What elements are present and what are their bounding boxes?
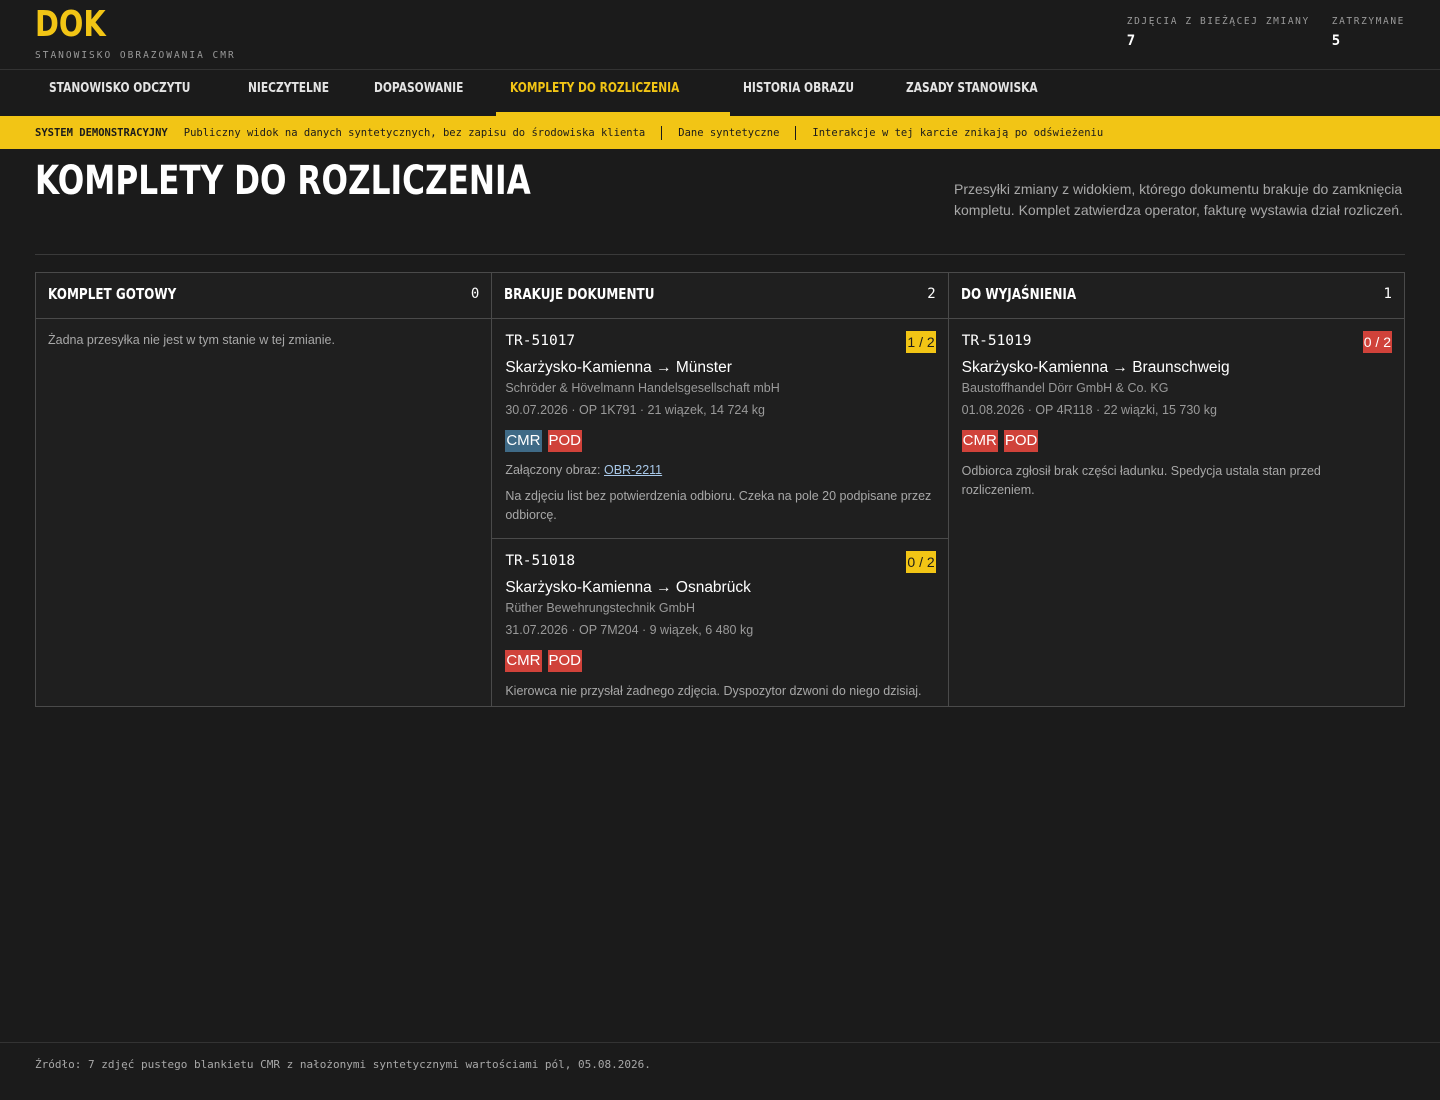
app-subtitle: STANOWISKO OBRAZOWANIA CMR bbox=[35, 50, 236, 61]
stat-value: 5 bbox=[1331, 33, 1341, 49]
column-missing-document: BRAKUJE DOKUMENTU 2 TR-51017 1 / 2 Skarż… bbox=[492, 273, 949, 706]
stat-held: ZATRZYMANE 5 bbox=[1332, 16, 1405, 49]
banner-divider bbox=[795, 125, 797, 140]
document-ratio-badge: 0 / 2 bbox=[906, 551, 936, 573]
tab-matching[interactable]: DOPASOWANIE bbox=[360, 70, 496, 116]
page-header: KOMPLETY DO ROZLICZENIA Przesyłki zmiany… bbox=[35, 149, 1405, 255]
demo-banner: SYSTEM DEMONSTRACYJNY Publiczny widok na… bbox=[0, 116, 1440, 149]
document-ratio-badge: 1 / 2 bbox=[906, 331, 936, 353]
source-note: Źródło: 7 zdjęć pustego blankietu CMR z … bbox=[35, 1058, 651, 1071]
shipment-meta: 30.07.2026 · OP 1K791 · 21 wiązek, 14 72… bbox=[505, 403, 765, 417]
demo-banner-label: SYSTEM DEMONSTRACYJNY bbox=[35, 126, 168, 139]
empty-state: Żadna przesyłka nie jest w tym stanie w … bbox=[48, 333, 335, 347]
shipment-id: TR-51018 bbox=[505, 553, 576, 569]
settlement-board: KOMPLET GOTOWY 0 Żadna przesyłka nie jes… bbox=[35, 272, 1405, 707]
tab-settlement-sets[interactable]: KOMPLETY DO ROZLICZENIA bbox=[496, 70, 730, 116]
column-body: TR-51017 1 / 2 Skarżysko-Kamienna → Müns… bbox=[492, 319, 948, 706]
shipment-note: Kierowca nie przysłał żadnego zdjęcia. D… bbox=[505, 684, 922, 698]
demo-banner-item: Interakcje w tej karcie znikają po odświ… bbox=[812, 126, 1104, 139]
shipment-card[interactable]: TR-51018 0 / 2 Skarżysko-Kamienna → Osna… bbox=[492, 539, 947, 714]
shipment-company: Rüther Bewehrungstechnik GmbH bbox=[505, 601, 696, 615]
demo-banner-item: Publiczny widok na danych syntetycznych,… bbox=[183, 126, 646, 139]
shipment-note: Na zdjęciu list bez potwierdzenia odbior… bbox=[505, 489, 932, 522]
brand: DOK STANOWISKO OBRAZOWANIA CMR bbox=[35, 4, 236, 61]
column-header: DO WYJAŚNIENIA 1 bbox=[948, 273, 1404, 319]
shipment-id: TR-51019 bbox=[961, 333, 1032, 349]
tab-label: ZASADY STANOWISKA bbox=[905, 81, 1038, 96]
shipment-company: Baustoffhandel Dörr GmbH & Co. KG bbox=[961, 381, 1169, 395]
stat-label: ZATRZYMANE bbox=[1331, 16, 1405, 27]
document-tag-cmr: CMR bbox=[961, 430, 998, 452]
stat-value: 7 bbox=[1126, 33, 1136, 49]
column-to-clarify: DO WYJAŚNIENIA 1 TR-51019 0 / 2 Skarżysk… bbox=[948, 273, 1404, 706]
main-nav: STANOWISKO ODCZYTU NIECZYTELNE DOPASOWAN… bbox=[0, 70, 1440, 116]
shipment-card[interactable]: TR-51017 1 / 2 Skarżysko-Kamienna → Müns… bbox=[492, 319, 948, 539]
attached-image: Załączony obraz: OBR-2211 bbox=[505, 461, 935, 479]
shipment-route: Skarżysko-Kamienna → Braunschweig bbox=[961, 359, 1230, 376]
document-tag-pod: POD bbox=[547, 430, 583, 452]
page-title: KOMPLETY DO ROZLICZENIA bbox=[35, 158, 531, 204]
tab-illegible[interactable]: NIECZYTELNE bbox=[234, 70, 360, 116]
shipment-id: TR-51017 bbox=[505, 333, 576, 349]
shipment-route: Skarżysko-Kamienna → Münster bbox=[505, 359, 732, 376]
banner-divider bbox=[661, 125, 663, 140]
tab-label: STANOWISKO ODCZYTU bbox=[48, 81, 190, 96]
column-header: KOMPLET GOTOWY 0 bbox=[36, 273, 492, 319]
shipment-route: Skarżysko-Kamienna → Osnabrück bbox=[505, 579, 751, 596]
tab-label: KOMPLETY DO ROZLICZENIA bbox=[509, 81, 680, 96]
column-count: 2 bbox=[927, 286, 936, 302]
shipment-company: Schröder & Hövelmann Handelsgesellschaft… bbox=[505, 381, 780, 395]
attached-image-label: Załączony obraz: bbox=[505, 463, 601, 477]
shipment-note: Odbiorca zgłosił brak części ładunku. Sp… bbox=[961, 464, 1321, 497]
demo-banner-item: Dane syntetyczne bbox=[678, 126, 780, 139]
column-count: 1 bbox=[1383, 286, 1392, 302]
shipment-meta: 31.07.2026 · OP 7M204 · 9 wiązek, 6 480 … bbox=[505, 623, 754, 637]
column-ready: KOMPLET GOTOWY 0 Żadna przesyłka nie jes… bbox=[36, 273, 493, 706]
stat-label: ZDJĘCIA Z BIEŻĄCEJ ZMIANY bbox=[1126, 16, 1310, 27]
document-tag-cmr: CMR bbox=[505, 430, 542, 452]
document-tags: CMR POD bbox=[505, 430, 935, 452]
tab-image-history[interactable]: HISTORIA OBRAZU bbox=[730, 70, 892, 116]
document-tags: CMR POD bbox=[961, 430, 1392, 452]
app-header: DOK STANOWISKO OBRAZOWANIA CMR ZDJĘCIA Z… bbox=[0, 0, 1440, 70]
column-title: KOMPLET GOTOWY bbox=[48, 285, 177, 303]
page-description: Przesyłki zmiany z widokiem, którego dok… bbox=[954, 181, 1403, 218]
tab-label: DOPASOWANIE bbox=[373, 81, 464, 96]
tab-station-rules[interactable]: ZASADY STANOWISKA bbox=[892, 70, 1080, 116]
column-title: BRAKUJE DOKUMENTU bbox=[504, 285, 655, 303]
source-footer: Źródło: 7 zdjęć pustego blankietu CMR z … bbox=[0, 1042, 1440, 1086]
shift-stats: ZDJĘCIA Z BIEŻĄCEJ ZMIANY 7 ZATRZYMANE 5 bbox=[1127, 16, 1405, 49]
column-title: DO WYJAŚNIENIA bbox=[960, 285, 1076, 303]
document-ratio-badge: 0 / 2 bbox=[1362, 331, 1392, 353]
tab-label: HISTORIA OBRAZU bbox=[743, 81, 855, 96]
document-tags: CMR POD bbox=[505, 650, 935, 672]
column-body: TR-51019 0 / 2 Skarżysko-Kamienna → Brau… bbox=[948, 319, 1404, 706]
document-tag-pod: POD bbox=[1003, 430, 1039, 452]
stat-shift-photos: ZDJĘCIA Z BIEŻĄCEJ ZMIANY 7 bbox=[1127, 16, 1310, 49]
tab-label: NIECZYTELNE bbox=[247, 81, 329, 96]
document-tag-pod: POD bbox=[547, 650, 583, 672]
tab-reading-station[interactable]: STANOWISKO ODCZYTU bbox=[35, 70, 234, 116]
shipment-card[interactable]: TR-51019 0 / 2 Skarżysko-Kamienna → Brau… bbox=[949, 319, 1404, 513]
column-count: 0 bbox=[470, 286, 480, 302]
column-body: Żadna przesyłka nie jest w tym stanie w … bbox=[36, 319, 492, 706]
shipment-meta: 01.08.2026 · OP 4R118 · 22 wiązki, 15 73… bbox=[961, 403, 1217, 417]
column-header: BRAKUJE DOKUMENTU 2 bbox=[492, 273, 948, 319]
attached-image-link[interactable]: OBR-2211 bbox=[604, 463, 662, 477]
app-logo[interactable]: DOK bbox=[35, 4, 106, 46]
document-tag-cmr: CMR bbox=[505, 650, 542, 672]
